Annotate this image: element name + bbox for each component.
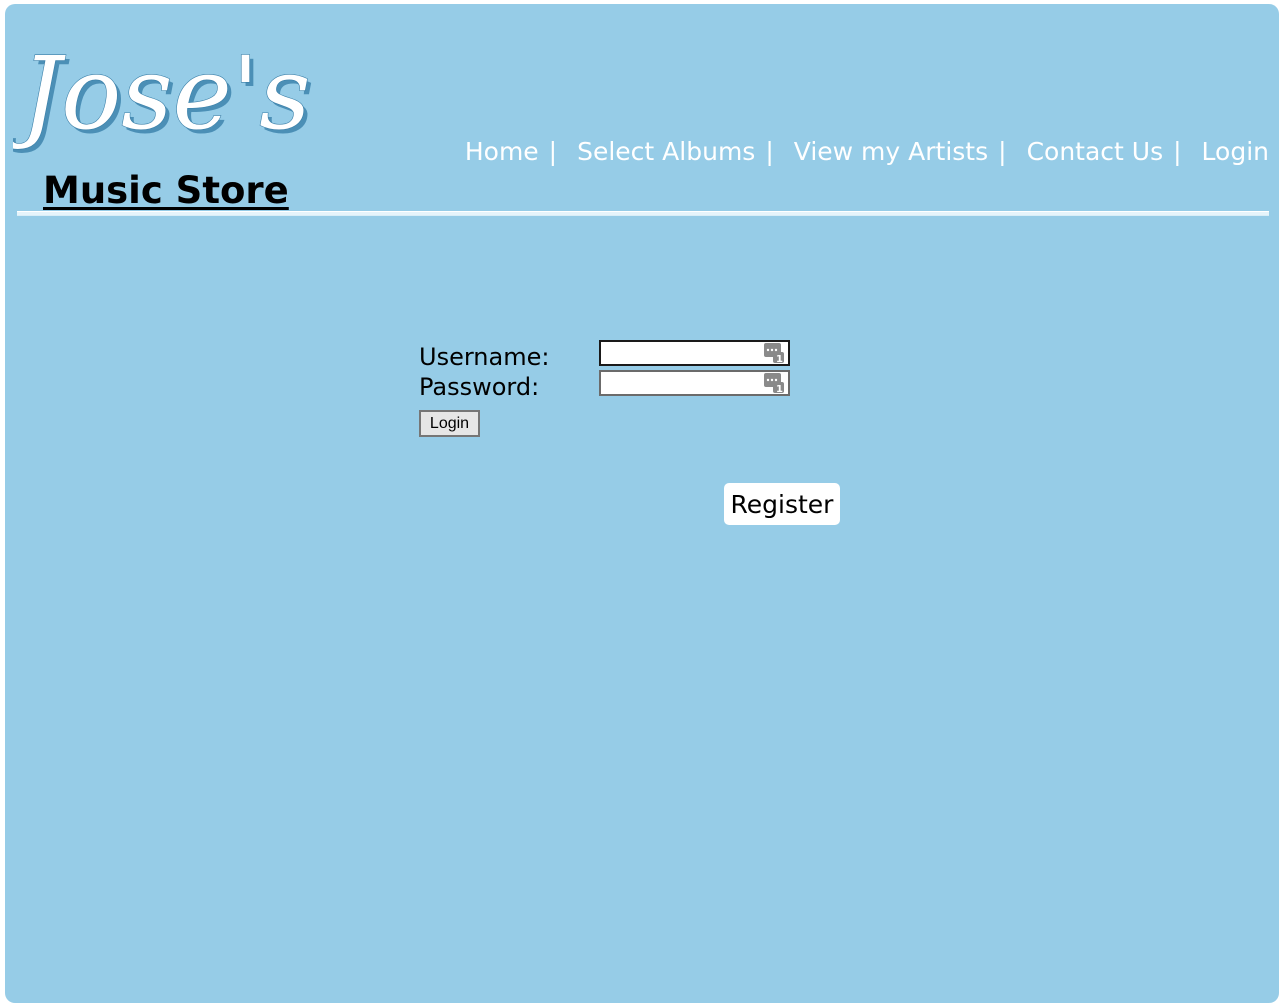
page-container: Jose's Jose's Music Store Home | Select …: [5, 4, 1279, 1003]
nav-login-link[interactable]: Login: [1202, 136, 1269, 168]
main-nav: Home | Select Albums | View my Artists |…: [465, 136, 1269, 168]
password-label: Password:: [419, 373, 540, 401]
username-input[interactable]: [599, 340, 790, 366]
logo-text: Jose's: [13, 35, 311, 152]
store-name-heading: Music Store: [43, 169, 289, 212]
nav-separator: |: [1173, 137, 1182, 166]
nav-separator: |: [998, 137, 1007, 166]
username-label: Username:: [419, 343, 550, 371]
login-submit-button[interactable]: Login: [419, 410, 480, 437]
password-input[interactable]: [599, 370, 790, 396]
store-logo: Jose's Jose's: [13, 34, 315, 156]
header-divider: [17, 211, 1269, 216]
nav-separator: |: [548, 137, 558, 166]
nav-separator: |: [765, 137, 774, 166]
password-row: Password: 1: [419, 370, 859, 401]
login-form: Username: 1 Password: 1 Login: [419, 340, 859, 437]
username-row: Username: 1: [419, 340, 859, 371]
register-button[interactable]: Register: [724, 483, 840, 525]
nav-view-artists-link[interactable]: View my Artists: [794, 136, 988, 168]
nav-select-albums-link[interactable]: Select Albums: [577, 136, 755, 168]
nav-home-link[interactable]: Home: [465, 136, 539, 168]
nav-contact-us-link[interactable]: Contact Us: [1027, 136, 1164, 168]
